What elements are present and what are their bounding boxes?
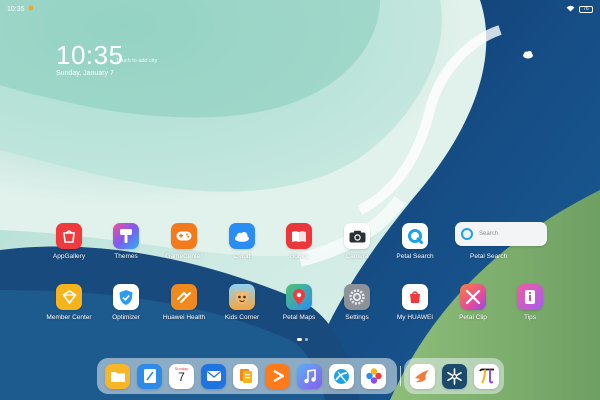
kids-corner-icon: [229, 284, 255, 310]
cloud-icon: [229, 223, 255, 249]
music-icon[interactable]: [297, 363, 322, 389]
wifi-icon: [566, 5, 575, 14]
clock-time: 10:35: [56, 40, 124, 70]
clock-widget[interactable]: 10:35 Sunday, January 7 Touch to add cit…: [56, 40, 157, 77]
app-label: Optimizer: [112, 314, 140, 321]
page-dot-active: [297, 338, 302, 341]
petal-search-icon: [402, 223, 428, 249]
huawei-health-icon: [171, 284, 197, 310]
app-kids-corner[interactable]: Kids Corner: [212, 284, 272, 321]
app-label: Themes: [114, 253, 138, 260]
app-label: GameCenter: [165, 253, 203, 260]
email-icon[interactable]: [201, 363, 226, 389]
dock-divider: [400, 366, 401, 386]
app-themes[interactable]: Themes: [96, 223, 156, 260]
petal-clip-icon: [460, 284, 486, 310]
page-dot: [305, 338, 308, 341]
search-icon: [461, 228, 473, 240]
app-camera[interactable]: Camera: [327, 223, 387, 260]
app-label: AppGallery: [52, 253, 86, 260]
tips-icon: [517, 284, 543, 310]
app-optimizer[interactable]: Optimizer: [96, 284, 156, 321]
app-gamecenter[interactable]: GameCenter: [154, 223, 214, 260]
app-petal-maps[interactable]: Petal Maps: [269, 284, 329, 321]
optimizer-icon: [113, 284, 139, 310]
app-label: Huawei Health: [162, 314, 206, 321]
files-icon[interactable]: [105, 363, 130, 389]
books-icon: [286, 223, 312, 249]
page-indicator[interactable]: [297, 338, 308, 341]
docs-icon[interactable]: [233, 363, 258, 389]
snowflake-icon[interactable]: [442, 363, 467, 389]
app-label: Kids Corner: [224, 314, 260, 321]
app-label: Member Center: [46, 314, 92, 321]
search-widget-label: Petal Search: [470, 253, 508, 260]
themes-icon: [113, 223, 139, 249]
battery-level: 76: [583, 5, 589, 12]
browser-icon[interactable]: [329, 363, 354, 389]
app-books[interactable]: Books: [269, 223, 329, 260]
app-label: Petal Maps: [282, 314, 316, 321]
app-my-huawei[interactable]: My HUAWEI: [385, 284, 445, 321]
battery-icon: 76: [579, 5, 593, 13]
status-bar: 10:35 76: [7, 3, 593, 15]
app-label: Settings: [345, 314, 369, 321]
weather-cloud-icon[interactable]: [522, 46, 534, 64]
app-label: Tips: [523, 314, 537, 321]
petal-maps-icon: [286, 284, 312, 310]
app-label: Petal Search: [396, 253, 434, 260]
status-time: 10:35: [7, 5, 25, 13]
app-label: Camera: [345, 253, 369, 260]
app-appgallery[interactable]: AppGallery: [39, 223, 99, 260]
app-label: My HUAWEI: [396, 314, 434, 321]
notification-icon: [28, 5, 34, 13]
pi-icon[interactable]: [474, 363, 499, 389]
settings-icon: [344, 284, 370, 310]
gallery-icon[interactable]: [361, 363, 386, 389]
appgallery-icon: [56, 223, 82, 249]
calendar-icon[interactable]: Sunday 7: [169, 363, 194, 389]
clock-date: Sunday, January 7: [56, 70, 114, 77]
app-label: Petal Clip: [459, 314, 487, 321]
camera-icon: [344, 223, 370, 249]
app-settings[interactable]: Settings: [327, 284, 387, 321]
gamecenter-icon: [171, 223, 197, 249]
app-huawei-health[interactable]: Huawei Health: [154, 284, 214, 321]
app-cloud[interactable]: Cloud: [212, 223, 272, 260]
clock-touch-hint: Touch to add city: [116, 58, 158, 64]
swift-icon[interactable]: [410, 363, 435, 389]
dock-recent-apps: [404, 358, 504, 394]
dock: Sunday 7: [97, 358, 397, 394]
calendar-date: 7: [178, 369, 185, 384]
search-placeholder: Search: [479, 231, 499, 237]
notepad-icon[interactable]: [137, 363, 162, 389]
app-label: Cloud: [233, 253, 251, 260]
petal-search-widget[interactable]: Search: [455, 222, 547, 246]
member-center-icon: [56, 284, 82, 310]
my-huawei-icon: [402, 284, 428, 310]
app-petal-search[interactable]: Petal Search: [385, 223, 445, 260]
app-tips[interactable]: Tips: [500, 284, 560, 321]
app-member-center[interactable]: Member Center: [39, 284, 99, 321]
app-label: Books: [289, 253, 309, 260]
app-petal-clip[interactable]: Petal Clip: [443, 284, 503, 321]
video-icon[interactable]: [265, 363, 290, 389]
